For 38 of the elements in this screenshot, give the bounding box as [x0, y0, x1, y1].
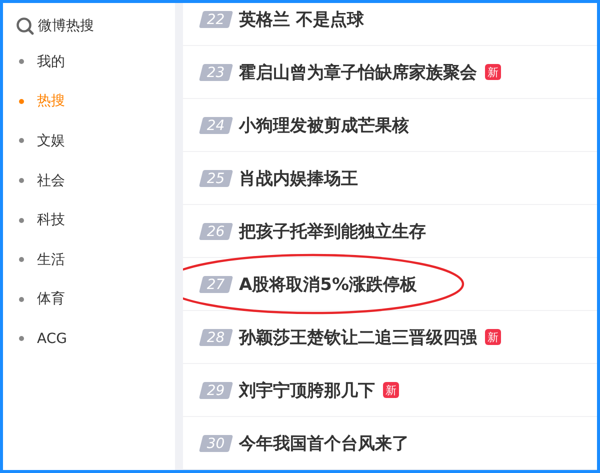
sidebar-item[interactable]: 生活: [37, 250, 65, 269]
sidebar-item[interactable]: 文娱: [37, 132, 65, 150]
search-icon: [16, 17, 34, 35]
sidebar-item[interactable]: 我的: [37, 52, 65, 71]
trending-topic-link[interactable]: 霍启山曾为章子怡缺席家族聚会: [239, 60, 477, 84]
trending-topic-link[interactable]: 刘宇宁顶胯那几下: [239, 378, 375, 402]
sidebar-item[interactable]: ACG: [37, 330, 67, 347]
sidebar-item[interactable]: 社会: [37, 172, 65, 190]
rank-badge: 27: [198, 276, 234, 292]
trending-topic-link[interactable]: 肖战内娱捧场王: [239, 166, 358, 190]
bullet-icon: [19, 257, 24, 262]
bullet-icon: [19, 178, 24, 184]
rank-badge: 28: [198, 328, 234, 346]
rank-badge: 24: [198, 116, 234, 134]
rank-badge: 25: [198, 170, 234, 186]
trending-topic-link[interactable]: A股将取消5%涨跌停板: [239, 272, 418, 296]
trending-topic-link[interactable]: 今年我国首个台风来了: [239, 432, 409, 454]
rank-badge: 23: [198, 64, 234, 80]
rank-badge: 26: [198, 222, 234, 240]
bullet-icon: [19, 138, 24, 144]
sidebar-item[interactable]: 科技: [37, 211, 65, 230]
bullet-icon: [19, 296, 24, 302]
sidebar-title: 微博热搜: [38, 17, 94, 35]
trending-topic-link[interactable]: 英格兰 不是点球: [239, 8, 364, 30]
trending-topic-link[interactable]: 孙颖莎王楚钦让二追三晋级四强: [239, 326, 477, 348]
new-badge: 新: [383, 382, 399, 398]
trending-topic-link[interactable]: 小狗理发被剪成芒果核: [239, 114, 409, 136]
bullet-icon: [19, 218, 24, 223]
new-badge: 新: [485, 329, 501, 345]
rank-badge: 22: [198, 10, 234, 28]
rank-badge: 29: [198, 382, 234, 398]
bullet-icon: [19, 336, 24, 342]
bullet-icon: [19, 98, 24, 104]
trending-topic-link[interactable]: 把孩子托举到能独立生存: [239, 220, 426, 242]
sidebar-item[interactable]: 体育: [37, 290, 65, 308]
new-badge: 新: [485, 64, 501, 80]
bullet-icon: [19, 59, 24, 64]
rank-badge: 30: [198, 434, 234, 452]
